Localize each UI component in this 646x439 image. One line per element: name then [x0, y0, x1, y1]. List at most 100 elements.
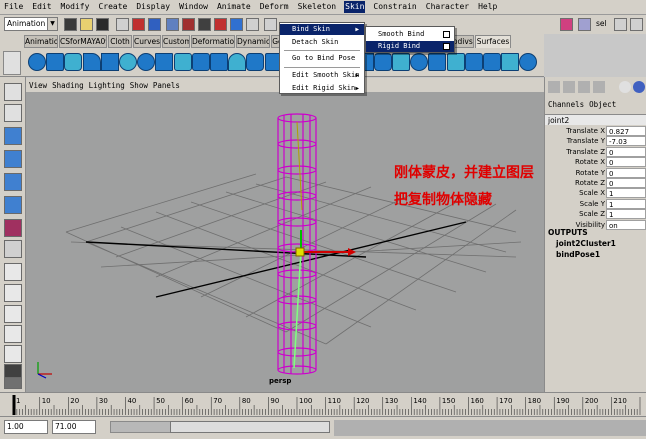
channel-box-info-icon[interactable] [633, 81, 645, 93]
layer-editor-mode-icon[interactable] [563, 81, 575, 93]
output-node[interactable]: bindPose1 [556, 250, 600, 259]
option-box-icon[interactable] [443, 31, 450, 38]
surfaces-icon[interactable] [230, 18, 243, 31]
panel-menu-view[interactable]: View [29, 81, 47, 90]
selected-node-name[interactable]: joint2 [545, 114, 646, 125]
rotate-tool-icon[interactable] [4, 173, 22, 191]
manipulator-center-icon[interactable] [295, 247, 305, 257]
new-scene-icon[interactable] [64, 18, 77, 31]
attribute-value-field[interactable]: 1 [606, 209, 646, 220]
nurbs-torus-icon[interactable] [119, 53, 137, 71]
revolve-icon[interactable] [246, 53, 265, 71]
menu-constrain[interactable]: Constrain [372, 1, 417, 13]
joint-cage[interactable] [277, 113, 317, 375]
attribute-value-field[interactable]: 0 [606, 157, 646, 168]
range-start-field[interactable]: 1.00 [4, 420, 48, 434]
intersect-icon[interactable] [410, 53, 429, 71]
shelf-tab-cloth[interactable]: Cloth [108, 35, 132, 48]
nurbs-plane-icon[interactable] [100, 53, 119, 71]
attribute-value-field[interactable]: -7.03 [606, 136, 646, 147]
bind-submenu-smooth-bind[interactable]: Smooth Bind [366, 29, 454, 40]
select-object-icon[interactable] [132, 18, 145, 31]
channel-box-toggle-icon[interactable] [630, 18, 643, 31]
channel-box-options-icon[interactable] [619, 81, 631, 93]
last-tool-icon[interactable] [4, 240, 22, 258]
attribute-value-field[interactable]: on [606, 219, 646, 230]
menu-window[interactable]: Window [178, 1, 209, 13]
scale-tool-icon[interactable] [4, 196, 22, 214]
menu-character[interactable]: Character [425, 1, 470, 13]
shelf-menu-icon[interactable] [3, 51, 21, 75]
open-close-icon[interactable] [519, 53, 538, 71]
nurbs-cone-icon[interactable] [82, 53, 101, 71]
render-icon[interactable] [560, 18, 573, 31]
menu-help[interactable]: Help [477, 1, 498, 13]
perspective-viewport[interactable]: 刚体蒙皮，并建立图层 把复制物体隐藏 persp [26, 92, 544, 392]
joints-icon[interactable] [198, 18, 211, 31]
open-scene-icon[interactable] [80, 18, 93, 31]
manipulator-tool-icon[interactable] [4, 219, 22, 237]
nurbs-cube-icon[interactable] [46, 53, 65, 71]
attribute-value-field[interactable]: 0.827 [606, 126, 646, 136]
menu-create[interactable]: Create [97, 1, 128, 13]
menu-animate[interactable]: Animate [216, 1, 252, 13]
side-by-side-layout-icon[interactable] [4, 305, 22, 323]
current-time-marker[interactable] [12, 395, 16, 415]
menu-modify[interactable]: Modify [60, 1, 91, 13]
paint-select-tool-icon[interactable] [4, 127, 22, 145]
persp-graph-layout-icon[interactable] [4, 325, 22, 343]
attribute-value-field[interactable]: 0 [606, 178, 646, 188]
nurbs-sphere-icon[interactable] [28, 53, 46, 71]
outliner-layout-icon[interactable] [4, 345, 22, 363]
shelf-tab-animation[interactable]: Animation [24, 35, 58, 48]
four-pane-layout-icon[interactable] [4, 284, 22, 302]
panel-menu-shading[interactable]: Shading [52, 81, 84, 90]
nurbs-cylinder-icon[interactable] [64, 53, 83, 71]
untrim-icon[interactable] [446, 53, 465, 71]
detach-icon[interactable] [483, 53, 501, 71]
attribute-value-field[interactable]: 0 [606, 167, 646, 178]
trim-icon[interactable] [428, 53, 447, 71]
range-slider-handle[interactable] [170, 421, 330, 433]
single-pane-layout-icon[interactable] [4, 263, 22, 281]
attribute-value-field[interactable]: 0 [606, 146, 646, 157]
shelf-tab-csformaya09[interactable]: CSforMAYA09 [59, 35, 107, 48]
attribute-mode-icon[interactable] [593, 81, 605, 93]
skin-menu-detach-skin[interactable]: Detach Skin [280, 37, 364, 48]
bind-submenu-rigid-bind[interactable]: Rigid Bind [366, 41, 454, 52]
lasso-tool-icon[interactable] [4, 104, 22, 122]
both-mode-icon[interactable] [578, 81, 590, 93]
ep-curve-icon[interactable] [191, 53, 210, 71]
skin-menu-bind-skin[interactable]: Bind Skin ▶ [280, 24, 364, 35]
menu-file[interactable]: File [3, 1, 24, 13]
channel-box-menu-object[interactable]: Object [589, 100, 616, 109]
select-hierarchy-icon[interactable] [116, 18, 129, 31]
ipr-render-icon[interactable] [578, 18, 591, 31]
channel-box-mode-icon[interactable] [548, 81, 560, 93]
select-component-icon[interactable] [148, 18, 161, 31]
range-end-field[interactable]: 71.00 [52, 420, 96, 434]
skin-menu-edit-smooth-skin[interactable]: Edit Smooth Skin ▶ [280, 70, 364, 81]
handles-icon[interactable] [182, 18, 195, 31]
menu-deform[interactable]: Deform [259, 1, 290, 13]
select-tool-icon[interactable] [4, 83, 22, 101]
menu-display[interactable]: Display [135, 1, 171, 13]
bevel-icon[interactable] [373, 53, 392, 71]
time-slider[interactable]: 1 10 20 30 40 50 60 70 80 90 100 110 120 130 140 150 160… [0, 392, 646, 416]
panel-menu-show[interactable]: Show [130, 81, 148, 90]
pencil-curve-icon[interactable] [210, 53, 228, 71]
project-curve-icon[interactable] [392, 53, 410, 71]
shelf-tab-curves[interactable]: Curves [133, 35, 161, 48]
menu-skin[interactable]: Skin [344, 1, 366, 13]
move-tool-icon[interactable] [4, 150, 22, 168]
menu-edit[interactable]: Edit [31, 1, 52, 13]
menu-skeleton[interactable]: Skeleton [297, 1, 338, 13]
nurbs-square-icon[interactable] [155, 53, 174, 71]
menu-set-dropdown[interactable]: Animation ▼ [4, 17, 58, 31]
save-scene-icon[interactable] [96, 18, 109, 31]
arc-icon[interactable] [228, 53, 247, 71]
shelf-tab-surfaces[interactable]: Surfaces [475, 35, 511, 48]
panel-menu-panels[interactable]: Panels [153, 81, 180, 90]
skin-menu-go-to-bind-pose[interactable]: Go to Bind Pose [280, 53, 364, 64]
output-node[interactable]: joint2Cluster1 [556, 239, 616, 248]
